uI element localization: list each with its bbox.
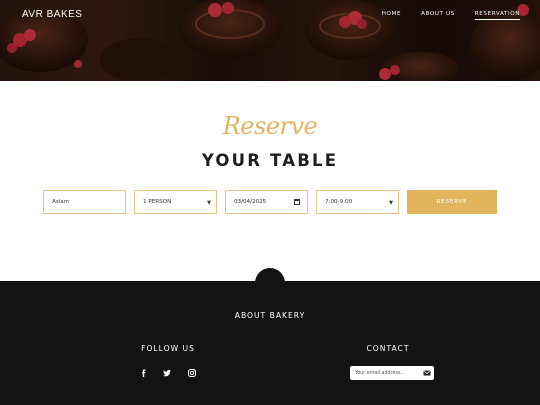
facebook-icon[interactable] — [139, 368, 149, 378]
follow-us-heading: FOLLOW US — [141, 344, 195, 353]
about-bakery-heading[interactable]: ABOUT BAKERY — [0, 311, 540, 320]
main-nav: HOME ABOUT US RESERVATION — [382, 11, 520, 20]
name-input[interactable]: Aslam — [43, 190, 126, 214]
date-input[interactable]: 03/04/2025 — [225, 190, 308, 214]
hero-banner: AVR BAKES HOME ABOUT US RESERVATION — [0, 0, 540, 81]
email-input[interactable]: Your email address... — [350, 366, 434, 380]
chevron-down-icon: ▼ — [389, 200, 393, 206]
email-placeholder: Your email address... — [355, 370, 405, 376]
reserve-button[interactable]: RESERVE — [407, 190, 497, 214]
footer — [0, 281, 540, 405]
person-select[interactable]: 1 PERSON ▼ — [134, 190, 217, 214]
date-input-value: 03/04/2025 — [234, 199, 267, 205]
brand-logo[interactable]: AVR BAKES — [22, 9, 82, 20]
page-title: YOUR TABLE — [201, 151, 339, 170]
nav-home[interactable]: HOME — [382, 11, 401, 20]
send-mail-icon[interactable] — [423, 369, 431, 377]
calendar-icon[interactable] — [294, 199, 300, 205]
footer-notch — [255, 268, 285, 298]
person-select-value: 1 PERSON — [143, 199, 172, 205]
chevron-down-icon: ▼ — [207, 200, 211, 206]
time-select-value: 7:00-9:00 — [325, 199, 353, 205]
contact-heading: CONTACT — [366, 344, 410, 353]
twitter-icon[interactable] — [162, 368, 172, 378]
instagram-icon[interactable] — [187, 368, 197, 378]
name-input-value: Aslam — [52, 199, 70, 205]
time-select[interactable]: 7:00-9:00 ▼ — [316, 190, 399, 214]
reserve-script-title: Reserve — [222, 112, 318, 140]
nav-about-us[interactable]: ABOUT US — [421, 11, 455, 20]
nav-reservation[interactable]: RESERVATION — [474, 11, 520, 20]
